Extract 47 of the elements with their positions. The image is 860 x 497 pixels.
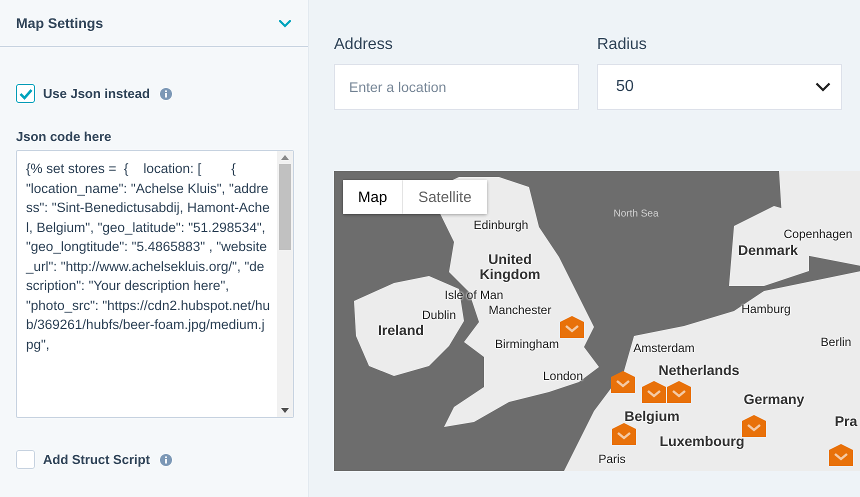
section-title: Map Settings bbox=[16, 15, 104, 31]
address-input[interactable]: Enter a location bbox=[334, 64, 579, 110]
chevron-icon[interactable] bbox=[278, 18, 292, 28]
map-label: Edinburgh bbox=[474, 218, 528, 232]
map-label: Pra bbox=[834, 413, 858, 429]
scroll-down-icon[interactable] bbox=[281, 408, 289, 413]
map-label: Dublin bbox=[422, 308, 456, 322]
code-textarea[interactable]: {% set stores = { location: [ { "location_name": "Achelse Kluis", "address": "Sint-Benedictusabdij, Hamont-Achel, Belgium", "geo_latitude": "51.298534", "geo_longtitude": "5.4865883" , "website_url": "http://www.achelsekluis.org/", "description": "Your description here", "photo_src": "https://cdn2.hubspot.net/hub/369261/hubfs/beer-foam.jpg/medium.jpg", bbox=[16, 150, 294, 418]
map-label: Amsterdam bbox=[633, 341, 695, 355]
map-marker-icon[interactable] bbox=[612, 423, 636, 445]
scroll-up-icon[interactable] bbox=[281, 155, 289, 160]
map-label: London bbox=[542, 369, 584, 383]
map-label: Luxembourg bbox=[660, 433, 744, 449]
map-label: Birmingham bbox=[494, 337, 560, 351]
map-label: United Kingdom bbox=[478, 252, 542, 282]
map-type-tab[interactable]: Map bbox=[343, 180, 402, 214]
checkbox-label: Add Struct Script bbox=[43, 452, 150, 467]
scrollbar[interactable] bbox=[277, 151, 293, 417]
map-marker-icon[interactable] bbox=[611, 371, 635, 393]
scroll-thumb[interactable] bbox=[279, 164, 291, 250]
checkbox[interactable] bbox=[16, 84, 35, 103]
map-label: Germany bbox=[744, 391, 804, 407]
map-label: Copenhagen bbox=[784, 227, 852, 241]
info-icon[interactable] bbox=[160, 88, 172, 100]
caret-icon bbox=[815, 82, 831, 92]
checkbox-label: Use Json instead bbox=[43, 86, 150, 101]
map-label: Hamburg bbox=[741, 302, 791, 316]
field-label: Address bbox=[334, 36, 394, 54]
map-marker-icon[interactable] bbox=[560, 316, 584, 338]
map-marker-icon[interactable] bbox=[742, 415, 766, 437]
map-label: North Sea bbox=[613, 208, 659, 220]
map-type-tab[interactable]: Satellite bbox=[402, 180, 487, 214]
map-marker-icon[interactable] bbox=[667, 381, 691, 403]
map-label: Belgium bbox=[624, 408, 680, 424]
map-label: Denmark bbox=[738, 242, 798, 258]
info-icon[interactable] bbox=[160, 454, 172, 466]
map-marker-icon[interactable] bbox=[829, 444, 853, 466]
map-label: Berlin bbox=[820, 335, 852, 349]
checkbox[interactable] bbox=[16, 450, 35, 469]
map-label: Paris bbox=[598, 452, 626, 466]
map-label: Netherlands bbox=[658, 362, 740, 378]
field-label: Json code here bbox=[16, 129, 112, 144]
field-label: Radius bbox=[597, 36, 648, 54]
map-marker-icon[interactable] bbox=[642, 381, 666, 403]
map-label: Ireland bbox=[378, 322, 424, 338]
map-label: Manchester bbox=[488, 303, 552, 317]
radius-select[interactable]: 50 bbox=[597, 64, 842, 110]
